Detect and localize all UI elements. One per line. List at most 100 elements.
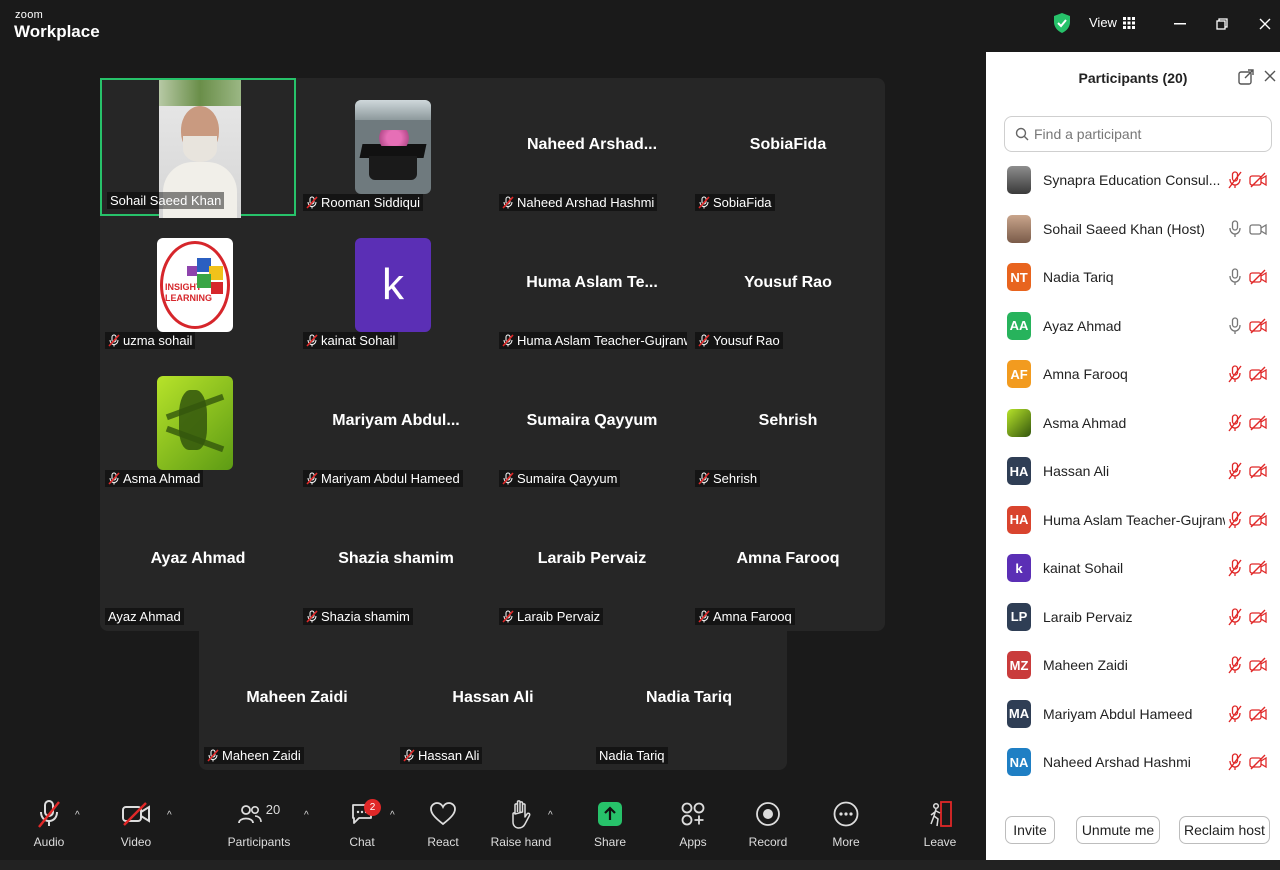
- leave-button[interactable]: Leave: [905, 798, 975, 849]
- close-window-button[interactable]: [1253, 12, 1277, 36]
- video-tile-sehrish[interactable]: Sehrish Sehrish: [690, 354, 886, 492]
- participant-row[interactable]: AF Amna Farooq: [986, 350, 1280, 398]
- mic-muted-icon[interactable]: [1228, 704, 1242, 723]
- video-tile-sumaira[interactable]: Sumaira Qayyum Sumaira Qayyum: [494, 354, 690, 492]
- video-tile-asma[interactable]: Asma Ahmad: [100, 354, 296, 492]
- video-tile-shazia[interactable]: Shazia shamim Shazia shamim: [298, 492, 494, 630]
- mic-muted-icon: [502, 610, 514, 623]
- more-button[interactable]: More: [811, 798, 881, 849]
- tile-name-label: Yousuf Rao: [695, 332, 783, 349]
- participant-row[interactable]: MA Mariyam Abdul Hameed: [986, 690, 1280, 738]
- video-tile-nadia[interactable]: Nadia Tariq Nadia Tariq: [591, 631, 787, 769]
- camera-off-icon[interactable]: [1249, 172, 1267, 188]
- participant-name: Sohail Saeed Khan (Host): [1043, 220, 1205, 237]
- audio-button[interactable]: Audio: [14, 798, 84, 849]
- participants-button[interactable]: 20 Participants: [224, 798, 294, 850]
- video-tile-sobia[interactable]: SobiaFida SobiaFida: [690, 78, 886, 216]
- participant-row[interactable]: k kainat Sohail: [986, 544, 1280, 592]
- camera-off-icon[interactable]: [1249, 366, 1267, 382]
- participants-options-caret[interactable]: ^: [304, 810, 309, 821]
- video-tile-sohail[interactable]: Sohail Saeed Khan: [100, 78, 296, 218]
- reclaim-host-button[interactable]: Reclaim host: [1179, 816, 1270, 844]
- hand-icon: [512, 800, 531, 829]
- invite-button[interactable]: Invite: [1005, 816, 1055, 844]
- avatar: AF: [1007, 360, 1031, 388]
- video-tile-huma[interactable]: Huma Aslam Te... Huma Aslam Teacher-Gujra…: [494, 216, 690, 354]
- tile-name-label: Nadia Tariq: [596, 747, 668, 764]
- mic-muted-icon[interactable]: [1228, 413, 1242, 432]
- participant-row[interactable]: Sohail Saeed Khan (Host): [986, 205, 1280, 253]
- camera-off-icon[interactable]: [1249, 560, 1267, 576]
- mic-muted-icon[interactable]: [1228, 171, 1242, 189]
- camera-off-icon[interactable]: [1249, 512, 1267, 528]
- close-panel-icon[interactable]: [1263, 69, 1277, 83]
- mic-muted-icon[interactable]: [1228, 656, 1242, 674]
- participants-label: Participants: [227, 835, 291, 849]
- tile-display-name: SobiaFida: [749, 136, 827, 153]
- share-button[interactable]: Share: [575, 798, 645, 849]
- video-tile-yousuf[interactable]: Yousuf Rao Yousuf Rao: [690, 216, 886, 354]
- participant-name: Nadia Tariq: [1043, 269, 1114, 285]
- restore-button[interactable]: [1210, 12, 1234, 36]
- video-tile-hassan[interactable]: Hassan Ali Hassan Ali: [395, 631, 591, 769]
- minimize-button[interactable]: [1168, 12, 1192, 36]
- leave-label: Leave: [923, 835, 957, 849]
- audio-options-caret[interactable]: ^: [75, 810, 80, 821]
- participant-row[interactable]: NT Nadia Tariq: [986, 253, 1280, 301]
- mic-muted-icon[interactable]: [1228, 607, 1242, 626]
- mic-muted-icon[interactable]: [1228, 753, 1242, 771]
- camera-off-icon[interactable]: [1249, 609, 1267, 625]
- video-tile-maheen[interactable]: Maheen Zaidi Maheen Zaidi: [199, 631, 395, 769]
- chat-button[interactable]: Chat: [327, 798, 397, 849]
- tile-display-name: Laraib Pervaiz: [537, 550, 647, 567]
- mic-muted-icon[interactable]: [1228, 365, 1242, 383]
- security-shield-icon[interactable]: [1053, 12, 1071, 34]
- participant-row[interactable]: NA Naheed Arshad Hashmi: [986, 738, 1280, 786]
- camera-off-icon[interactable]: [1249, 463, 1267, 479]
- mic-muted-icon[interactable]: [1228, 510, 1242, 529]
- participant-row[interactable]: LP Laraib Pervaiz: [986, 593, 1280, 641]
- mic-muted-icon[interactable]: [1228, 559, 1242, 577]
- participant-row[interactable]: HA Huma Aslam Teacher-Gujranwa...: [986, 496, 1280, 544]
- unmute-me-button[interactable]: Unmute me: [1076, 816, 1160, 844]
- video-tile-uzma[interactable]: INSIGHT LEARNING uzma sohail: [100, 216, 296, 354]
- camera-off-icon[interactable]: [1249, 415, 1267, 431]
- mic-on-icon[interactable]: [1228, 316, 1242, 335]
- react-button[interactable]: React: [408, 798, 478, 849]
- mic-on-icon[interactable]: [1228, 268, 1242, 286]
- video-tile-rooman[interactable]: Rooman Siddiqui: [298, 78, 494, 216]
- participant-row[interactable]: Synapra Education Consul... (Me): [986, 156, 1280, 204]
- video-options-caret[interactable]: ^: [167, 810, 172, 821]
- view-button[interactable]: View: [1089, 15, 1135, 30]
- video-button[interactable]: Video: [101, 798, 171, 849]
- video-tile-naheed[interactable]: Naheed Arshad... Naheed Arshad Hashmi: [494, 78, 690, 216]
- reactions-options-caret[interactable]: ^: [548, 810, 553, 821]
- video-tile-ayaz[interactable]: Ayaz Ahmad Ayaz Ahmad: [100, 492, 296, 630]
- avatar: [1007, 408, 1031, 437]
- participant-row[interactable]: HA Hassan Ali: [986, 447, 1280, 495]
- participant-search[interactable]: [1004, 116, 1272, 152]
- camera-off-icon[interactable]: [1249, 706, 1267, 722]
- camera-off-icon[interactable]: [1249, 269, 1267, 285]
- raise-hand-button[interactable]: Raise hand: [486, 798, 556, 849]
- video-tile-mariyam[interactable]: Mariyam Abdul... Mariyam Abdul Hameed: [298, 354, 494, 492]
- search-input[interactable]: [1034, 126, 1254, 142]
- mic-muted-icon: [306, 610, 318, 623]
- camera-off-icon[interactable]: [1249, 318, 1267, 334]
- participant-row[interactable]: AA Ayaz Ahmad: [986, 302, 1280, 350]
- mic-muted-icon[interactable]: [1228, 462, 1242, 480]
- video-tile-laraib[interactable]: Laraib Pervaiz Laraib Pervaiz: [494, 492, 690, 630]
- mic-muted-icon: [207, 749, 219, 762]
- mic-on-icon[interactable]: [1228, 219, 1242, 238]
- participant-row[interactable]: MZ Maheen Zaidi: [986, 641, 1280, 689]
- camera-on-icon[interactable]: [1249, 221, 1267, 237]
- video-tile-amna[interactable]: Amna Farooq Amna Farooq: [690, 492, 886, 630]
- chat-options-caret[interactable]: ^: [390, 810, 395, 821]
- video-tile-kainat[interactable]: k kainat Sohail: [298, 216, 494, 354]
- participant-row[interactable]: Asma Ahmad: [986, 399, 1280, 447]
- record-button[interactable]: Record: [733, 798, 803, 849]
- popout-icon[interactable]: [1238, 69, 1254, 85]
- camera-off-icon[interactable]: [1249, 657, 1267, 673]
- camera-off-icon[interactable]: [1249, 754, 1267, 770]
- apps-button[interactable]: Apps: [658, 798, 728, 849]
